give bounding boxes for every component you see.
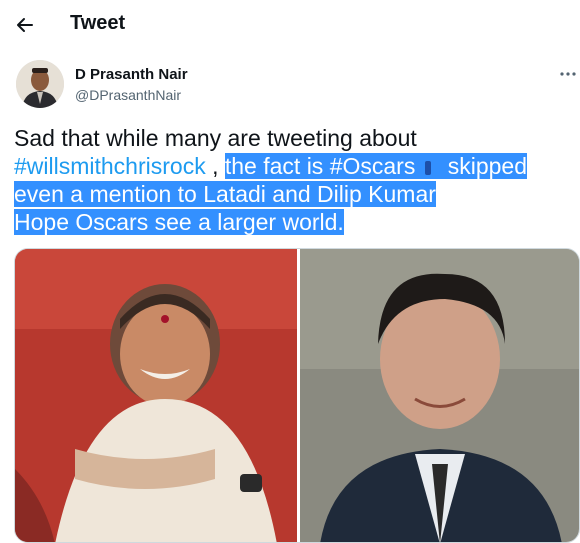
media-photo-left[interactable]: [15, 249, 297, 542]
hashtag-willsmithchrisrock-link[interactable]: #willsmithchrisrock: [14, 153, 206, 179]
tweet-media: [14, 248, 580, 543]
emoji-icon: [425, 161, 432, 175]
back-button[interactable]: [10, 10, 40, 40]
more-dots-icon: [560, 72, 576, 76]
tweet-line-3: even a mention to Latadi and Dilip Kumar: [14, 181, 436, 207]
tweet-header: Tweet: [0, 0, 580, 48]
author-name[interactable]: D Prasanth Nair: [75, 66, 188, 83]
author-handle[interactable]: @DPrasanthNair: [75, 87, 181, 103]
avatar[interactable]: [16, 60, 64, 108]
arrow-left-icon: [17, 18, 33, 32]
header-title: Tweet: [70, 12, 126, 34]
tweet-line-4: Hope Oscars see a larger world.: [14, 209, 344, 235]
tweet-separator: ,: [205, 153, 225, 179]
tweet-line-2-a: the fact is: [224, 153, 330, 179]
media-photo-right[interactable]: [300, 249, 579, 542]
more-options-button[interactable]: [556, 64, 580, 84]
selected-text-segment: the fact is #Oscars skipped: [224, 153, 528, 179]
tweet-line-1: Sad that while many are tweeting about: [14, 125, 417, 151]
tweet-text: Sad that while many are tweeting about #…: [14, 124, 574, 236]
hashtag-oscars-link[interactable]: #Oscars: [330, 153, 416, 179]
tweet-line-2-b: skipped: [441, 153, 528, 179]
